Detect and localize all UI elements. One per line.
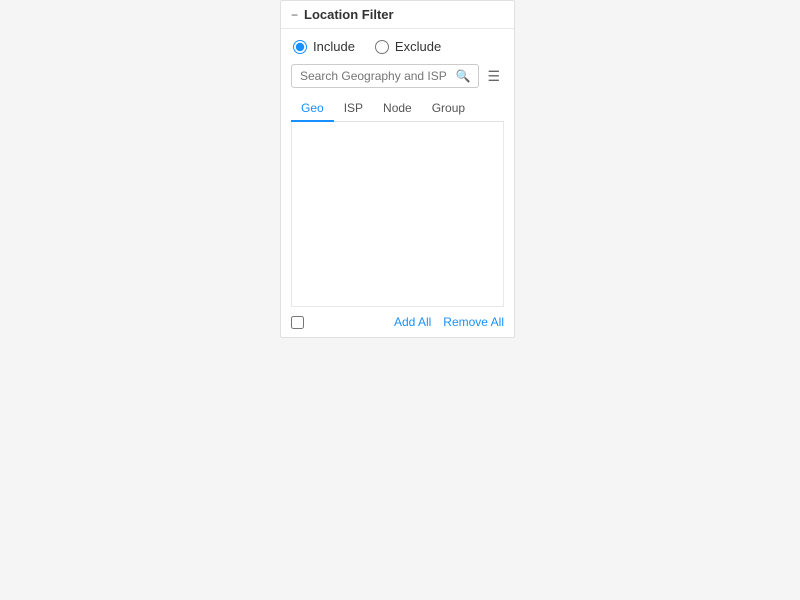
search-row: 🔍 ☰ bbox=[281, 64, 514, 96]
list-view-button[interactable]: ☰ bbox=[483, 66, 504, 87]
tabs-row: Geo ISP Node Group bbox=[291, 96, 504, 122]
location-filter-panel: − Location Filter Include Exclude 🔍 ☰ G bbox=[280, 0, 515, 338]
include-radio[interactable] bbox=[293, 40, 307, 54]
exclude-option[interactable]: Exclude bbox=[375, 39, 441, 54]
tab-group[interactable]: Group bbox=[422, 96, 475, 122]
search-box: 🔍 bbox=[291, 64, 479, 88]
tab-content-area bbox=[291, 122, 504, 307]
search-input[interactable] bbox=[300, 69, 451, 83]
include-option[interactable]: Include bbox=[293, 39, 355, 54]
filter-title: Location Filter bbox=[304, 7, 394, 22]
filter-options: Include Exclude bbox=[281, 29, 514, 64]
tab-node[interactable]: Node bbox=[373, 96, 422, 122]
remove-all-button[interactable]: Remove All bbox=[443, 315, 504, 329]
filter-header: − Location Filter bbox=[281, 1, 514, 29]
add-all-button[interactable]: Add All bbox=[394, 315, 431, 329]
tab-isp[interactable]: ISP bbox=[334, 96, 373, 122]
include-label: Include bbox=[313, 39, 355, 54]
tab-geo[interactable]: Geo bbox=[291, 96, 334, 122]
exclude-label: Exclude bbox=[395, 39, 441, 54]
page-container: − Location Filter Include Exclude 🔍 ☰ G bbox=[0, 0, 800, 600]
list-icon: ☰ bbox=[487, 68, 500, 85]
select-all-checkbox[interactable] bbox=[291, 316, 304, 329]
search-icon: 🔍 bbox=[455, 69, 470, 83]
exclude-radio[interactable] bbox=[375, 40, 389, 54]
collapse-icon[interactable]: − bbox=[291, 8, 298, 22]
footer-row: Add All Remove All bbox=[281, 307, 514, 337]
